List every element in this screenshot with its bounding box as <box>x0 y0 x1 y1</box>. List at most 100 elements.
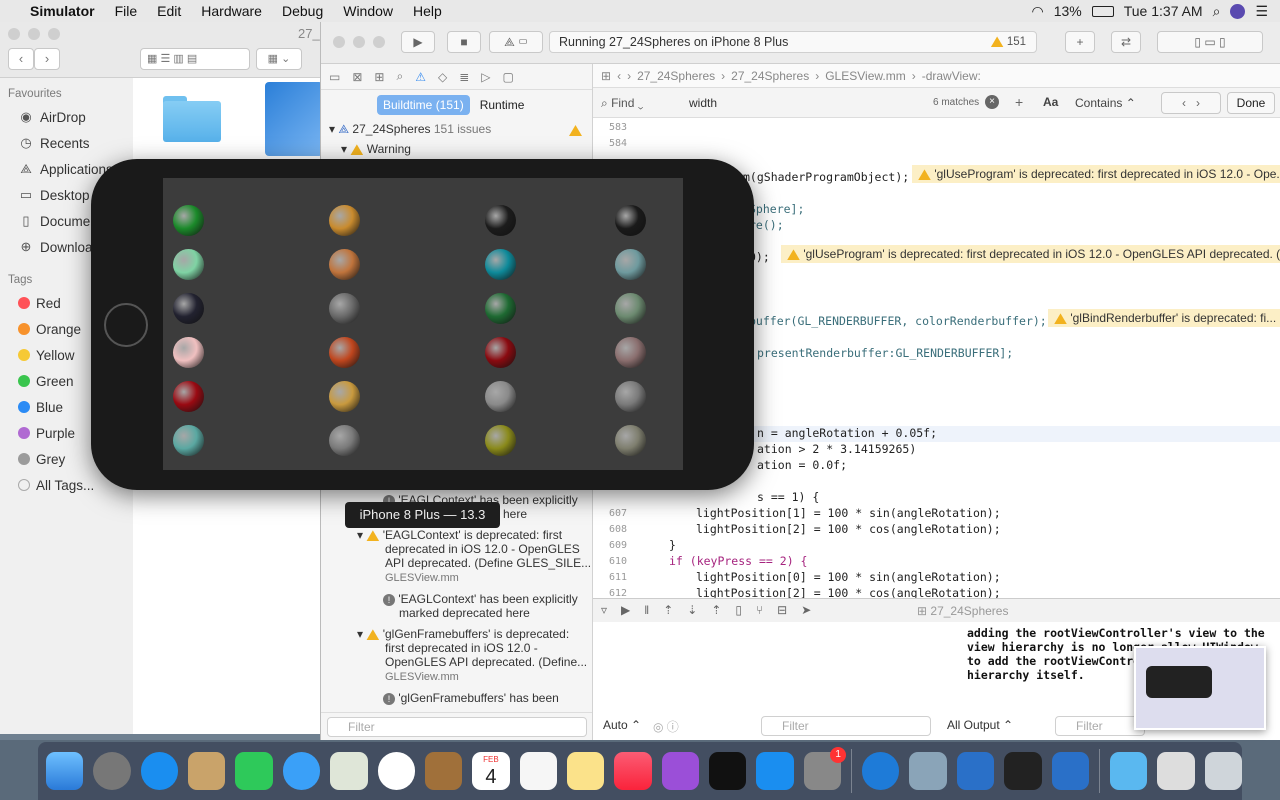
find-mode-menu[interactable]: ⌕ Find ⌄ <box>601 96 643 111</box>
close-button[interactable] <box>333 36 345 48</box>
simulator-screen[interactable] <box>163 178 683 470</box>
navigator-filter-input[interactable]: Filter <box>327 717 587 737</box>
eye-icon[interactable]: ◎ ⓘ <box>653 718 679 735</box>
find-input[interactable]: width <box>689 96 717 110</box>
photos-dock-icon[interactable] <box>377 752 415 790</box>
sidebar-item-recents[interactable]: ◷ Recents <box>0 130 133 156</box>
test-icon[interactable]: ◇ <box>438 70 447 84</box>
breadcrumb-project[interactable]: 27_24Spheres <box>637 69 715 83</box>
preview-dock-icon[interactable] <box>909 752 947 790</box>
notification-center-icon[interactable]: ☰ <box>1255 3 1268 20</box>
inline-warning[interactable]: 'glBindRenderbuffer' is deprecated: fi..… <box>1048 309 1280 327</box>
music-dock-icon[interactable] <box>614 752 652 790</box>
calendar-dock-icon[interactable]: FEB 4 <box>472 752 510 790</box>
breadcrumb-group[interactable]: 27_24Spheres <box>731 69 809 83</box>
reminders-dock-icon[interactable] <box>519 752 557 790</box>
warning-group-row[interactable]: ▾ Warning <box>341 142 411 156</box>
teamviewer-dock-icon[interactable] <box>862 752 900 790</box>
spotlight-icon[interactable]: ⌕ <box>1213 3 1221 20</box>
home-button[interactable] <box>104 303 148 347</box>
podcasts-dock-icon[interactable] <box>661 752 700 790</box>
terminal-dock-icon[interactable] <box>1004 752 1042 790</box>
siri-icon[interactable] <box>1230 3 1246 19</box>
tab-runtime[interactable]: Runtime <box>474 95 531 115</box>
battery-icon[interactable] <box>1091 5 1114 17</box>
folder-icon[interactable] <box>163 96 221 142</box>
issue-row[interactable]: ▾ 'EAGLContext' is deprecated: first <box>357 528 562 542</box>
forward-icon[interactable]: › <box>627 69 631 83</box>
messages-dock-icon[interactable] <box>282 752 321 790</box>
prev-next-buttons[interactable]: ‹ › <box>1161 92 1221 114</box>
breakpoint-icon[interactable]: ▷ <box>481 70 490 84</box>
sidebar-item-airdrop[interactable]: ◉ AirDrop <box>0 104 133 130</box>
clear-icon[interactable]: × <box>985 95 999 109</box>
contacts-dock-icon[interactable] <box>424 752 463 790</box>
debug-icon[interactable]: ≣ <box>459 70 469 84</box>
report-icon[interactable]: ▢ <box>503 70 514 84</box>
forward-button[interactable]: › <box>34 48 60 70</box>
screenshot-dock-icon[interactable] <box>1157 752 1195 790</box>
close-button[interactable] <box>8 28 20 40</box>
mail-dock-icon[interactable] <box>188 752 226 790</box>
minimize-button[interactable] <box>353 36 365 48</box>
group-button[interactable]: ▦ ⌄ <box>256 48 302 70</box>
zoom-button[interactable] <box>373 36 385 48</box>
maps-dock-icon[interactable] <box>330 752 368 790</box>
breadcrumb-method[interactable]: -drawView: <box>922 69 981 83</box>
scheme-selector[interactable]: ⟁ ▭ <box>489 31 543 53</box>
related-items-icon[interactable]: ⊞ <box>601 69 611 83</box>
console-filter-input[interactable]: Filter <box>1055 716 1145 736</box>
issue-row[interactable]: ▾ 'glGenFramebuffers' is deprecated: <box>357 627 569 641</box>
folder-icon[interactable]: ▭ <box>329 70 340 84</box>
trash-dock-icon[interactable] <box>1204 752 1242 790</box>
code-review-button[interactable]: ⇄ <box>1111 31 1141 53</box>
symbol-icon[interactable]: ⊞ <box>374 70 384 84</box>
stop-button[interactable]: ■ <box>447 31 481 53</box>
variables-filter-input[interactable]: Filter <box>761 716 931 736</box>
all-output-menu[interactable]: All Output ⌃ <box>947 718 1013 732</box>
inline-warning[interactable]: 'glUseProgram' is deprecated: first depr… <box>781 245 1280 263</box>
minimize-button[interactable] <box>28 28 40 40</box>
system-preferences-dock-icon[interactable]: 1 <box>803 747 847 790</box>
tab-buildtime[interactable]: Buildtime (151) <box>377 95 470 115</box>
back-icon[interactable]: ‹ <box>617 69 621 83</box>
launchpad-dock-icon[interactable] <box>93 752 131 790</box>
menu-file[interactable]: File <box>105 3 148 19</box>
case-button[interactable]: Aa <box>1043 95 1058 109</box>
back-button[interactable]: ‹ <box>8 48 34 70</box>
activity-warnings[interactable]: 151 <box>990 32 1026 52</box>
tv-dock-icon[interactable] <box>709 752 747 790</box>
issue-note-row[interactable]: ! 'glGenFramebuffers' has been <box>383 691 559 705</box>
panel-toggles[interactable]: ▯ ▭ ▯ <box>1157 31 1263 53</box>
battery-percent[interactable]: 13% <box>1054 3 1082 19</box>
menu-window[interactable]: Window <box>333 3 403 19</box>
app-store-dock-icon[interactable] <box>756 752 794 790</box>
xcode-project-icon[interactable] <box>265 82 323 156</box>
notes-dock-icon[interactable] <box>566 752 605 790</box>
issue-note-row[interactable]: ! 'EAGLContext' has been explicitly <box>383 592 578 606</box>
screenshot-thumbnail[interactable] <box>1134 646 1266 730</box>
issue-icon[interactable]: ⚠ <box>415 70 426 84</box>
add-pattern-button[interactable]: + <box>1015 94 1023 110</box>
contains-menu[interactable]: Contains ⌃ <box>1075 96 1136 110</box>
menu-debug[interactable]: Debug <box>272 3 333 19</box>
find-icon[interactable]: ⌕ <box>396 69 403 84</box>
facetime-dock-icon[interactable] <box>235 752 273 790</box>
finder-dock-icon[interactable] <box>46 752 84 790</box>
project-issue-row[interactable]: ▾ ⟁ 27_24Spheres 151 issues <box>329 122 491 137</box>
menu-hardware[interactable]: Hardware <box>191 3 272 19</box>
menu-edit[interactable]: Edit <box>147 3 191 19</box>
safari-dock-icon[interactable] <box>140 752 179 790</box>
done-button[interactable]: Done <box>1227 92 1275 114</box>
auto-variables-menu[interactable]: Auto ⌃ <box>603 718 641 732</box>
wifi-icon[interactable]: ◠ <box>1031 3 1043 20</box>
app-menu[interactable]: Simulator <box>20 3 105 19</box>
xcode-dock-icon[interactable] <box>956 752 995 790</box>
source-control-icon[interactable]: ⊠ <box>352 70 362 84</box>
debug-controls[interactable]: ▿▶‖⇡⇣⇡▯⑂⊟➤ <box>601 603 825 617</box>
library-button[interactable]: + <box>1065 31 1095 53</box>
menu-help[interactable]: Help <box>403 3 452 19</box>
view-mode-control[interactable]: ▦ ☰ ▥ ▤ <box>140 48 250 70</box>
inline-warning[interactable]: 'glUseProgram' is deprecated: first depr… <box>912 165 1280 183</box>
breadcrumb-file[interactable]: GLESView.mm <box>825 69 905 83</box>
